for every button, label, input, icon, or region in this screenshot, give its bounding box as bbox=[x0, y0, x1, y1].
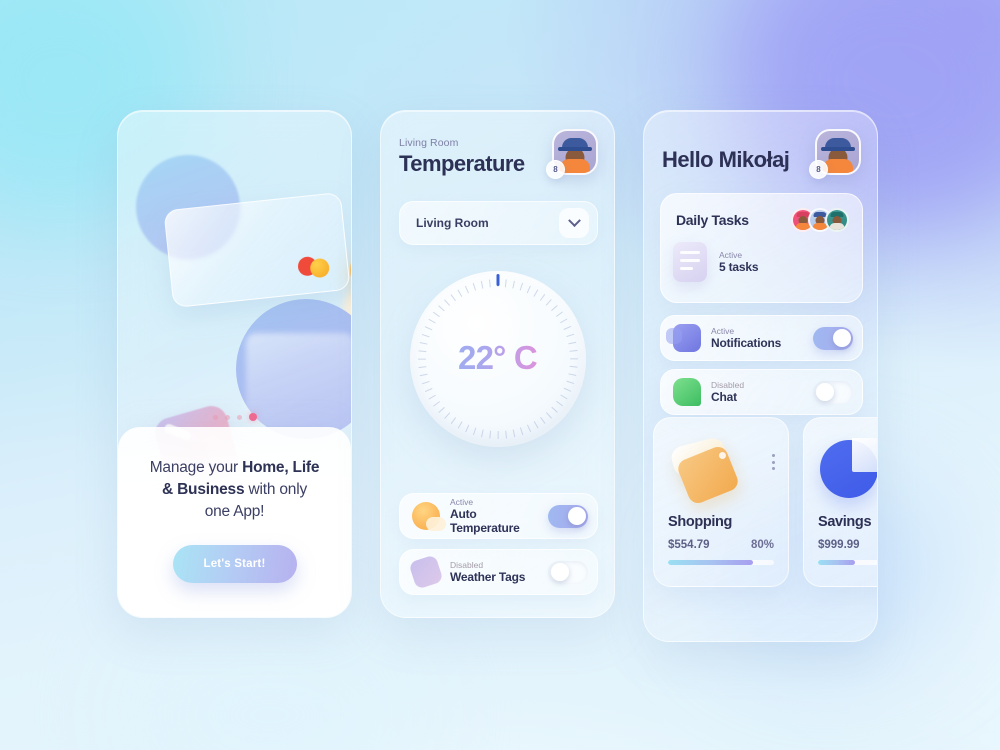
pager-dot-2[interactable] bbox=[224, 414, 230, 420]
greeting-title: Hello Mikołaj bbox=[662, 147, 790, 172]
stat-card-shopping[interactable]: Shopping $554.79 80% bbox=[653, 417, 789, 587]
headline-text-1: Manage your bbox=[149, 459, 243, 476]
tag-icon bbox=[408, 554, 444, 590]
onboarding-text-card: Manage your Home, Life & Business with o… bbox=[118, 427, 351, 617]
daily-tasks-header: Daily Tasks bbox=[661, 194, 862, 232]
bell-icon bbox=[666, 324, 701, 352]
background-blob-white bbox=[120, 620, 420, 750]
daily-tasks-card[interactable]: Daily Tasks Active 5 tasks bbox=[660, 193, 863, 303]
app-mockup-canvas: Manage your Home, Life & Business with o… bbox=[0, 0, 1000, 750]
avatar-hat-icon bbox=[558, 138, 592, 151]
dashboard-header: Hello Mikołaj bbox=[662, 145, 790, 173]
onboarding-headline: Manage your Home, Life & Business with o… bbox=[142, 457, 327, 523]
temperature-header: Living Room Temperature bbox=[399, 137, 525, 177]
document-icon bbox=[673, 242, 707, 282]
profile-avatar-button[interactable]: 8 bbox=[546, 129, 598, 179]
progress-bar-shopping bbox=[668, 560, 774, 565]
switch-auto-temperature[interactable] bbox=[548, 504, 588, 528]
avatar-hat-icon bbox=[821, 138, 855, 151]
avatar-notification-badge: 8 bbox=[546, 160, 565, 179]
task-members[interactable] bbox=[791, 208, 849, 232]
stat-amount: $999.99 bbox=[818, 539, 860, 551]
temperature-value: 22° C bbox=[410, 339, 586, 377]
lets-start-button[interactable]: Let's Start! bbox=[172, 545, 297, 583]
room-eyebrow: Living Room bbox=[399, 137, 459, 149]
toggle-row-weather-tags[interactable]: Disabled Weather Tags bbox=[399, 549, 598, 595]
toggle-label: Chat bbox=[711, 390, 737, 405]
daily-tasks-count: 5 tasks bbox=[719, 260, 759, 275]
temperature-dial[interactable]: 22° C bbox=[409, 271, 586, 447]
toggle-texts: Disabled Chat bbox=[711, 380, 813, 404]
stat-card-savings[interactable]: Savings $999.99 35% bbox=[803, 417, 877, 587]
daily-tasks-texts: Active 5 tasks bbox=[719, 249, 759, 275]
daily-tasks-state: Active bbox=[719, 249, 743, 260]
room-select[interactable]: Living Room bbox=[399, 201, 598, 245]
toggle-state: Active bbox=[711, 325, 735, 336]
pager-dot-1[interactable] bbox=[212, 414, 218, 420]
pager-dots[interactable] bbox=[118, 413, 351, 421]
room-select-value: Living Room bbox=[416, 216, 489, 230]
stat-percent: 80% bbox=[750, 539, 774, 551]
stat-amount: $554.79 bbox=[668, 539, 710, 551]
page-title: Temperature bbox=[399, 151, 525, 176]
headline-bold-1: Home, Life bbox=[242, 459, 320, 476]
toggle-state: Active bbox=[450, 496, 474, 507]
toggle-texts: Active Notifications bbox=[711, 326, 813, 350]
toggle-state: Disabled bbox=[711, 379, 745, 390]
progress-bar-savings bbox=[818, 560, 877, 565]
switch-chat[interactable] bbox=[813, 380, 853, 404]
price-tag-icon bbox=[669, 435, 741, 507]
headline-bold-2: & Business bbox=[161, 481, 245, 498]
toggle-row-chat[interactable]: Disabled Chat bbox=[660, 369, 863, 415]
stat-title: Savings bbox=[818, 514, 872, 530]
daily-tasks-body: Active 5 tasks bbox=[661, 232, 862, 282]
member-avatar-teal[interactable] bbox=[825, 208, 849, 232]
switch-notifications[interactable] bbox=[813, 326, 853, 350]
kebab-menu-icon[interactable] bbox=[772, 454, 775, 470]
stat-title: Shopping bbox=[668, 514, 733, 530]
pager-dot-4-active[interactable] bbox=[248, 413, 257, 421]
sun-icon bbox=[412, 502, 446, 531]
toggle-row-notifications[interactable]: Active Notifications bbox=[660, 315, 863, 361]
profile-avatar-button[interactable]: 8 bbox=[809, 129, 861, 179]
toggle-label: Auto Temperature bbox=[450, 507, 520, 536]
daily-tasks-title: Daily Tasks bbox=[676, 212, 749, 228]
toggle-label: Weather Tags bbox=[450, 570, 526, 585]
toggle-label: Notifications bbox=[711, 336, 782, 351]
avatar-notification-badge: 8 bbox=[809, 160, 828, 179]
chat-icon bbox=[673, 378, 701, 406]
dashboard-screen: Hello Mikołaj 8 Daily Tasks Active 5 tas… bbox=[643, 110, 878, 642]
switch-weather-tags[interactable] bbox=[548, 560, 588, 584]
credit-card-icon bbox=[163, 191, 351, 309]
toggle-state: Disabled bbox=[450, 559, 484, 570]
headline-text-3: one App! bbox=[204, 503, 265, 520]
stat-figures: $999.99 35% bbox=[818, 539, 877, 551]
temperature-screen: Living Room Temperature 8 Living Room 22… bbox=[380, 110, 615, 618]
stat-figures: $554.79 80% bbox=[668, 539, 774, 551]
chevron-down-icon[interactable] bbox=[559, 208, 589, 238]
pager-dot-3[interactable] bbox=[236, 414, 242, 420]
onboarding-screen: Manage your Home, Life & Business with o… bbox=[117, 110, 352, 618]
pie-chart-icon bbox=[820, 438, 877, 500]
card-logo-dot-orange bbox=[309, 257, 331, 279]
toggle-texts: Disabled Weather Tags bbox=[450, 560, 548, 584]
toggle-texts: Active Auto Temperature bbox=[450, 497, 548, 535]
headline-text-2: with only bbox=[244, 481, 308, 498]
toggle-row-auto-temperature[interactable]: Active Auto Temperature bbox=[399, 493, 598, 539]
